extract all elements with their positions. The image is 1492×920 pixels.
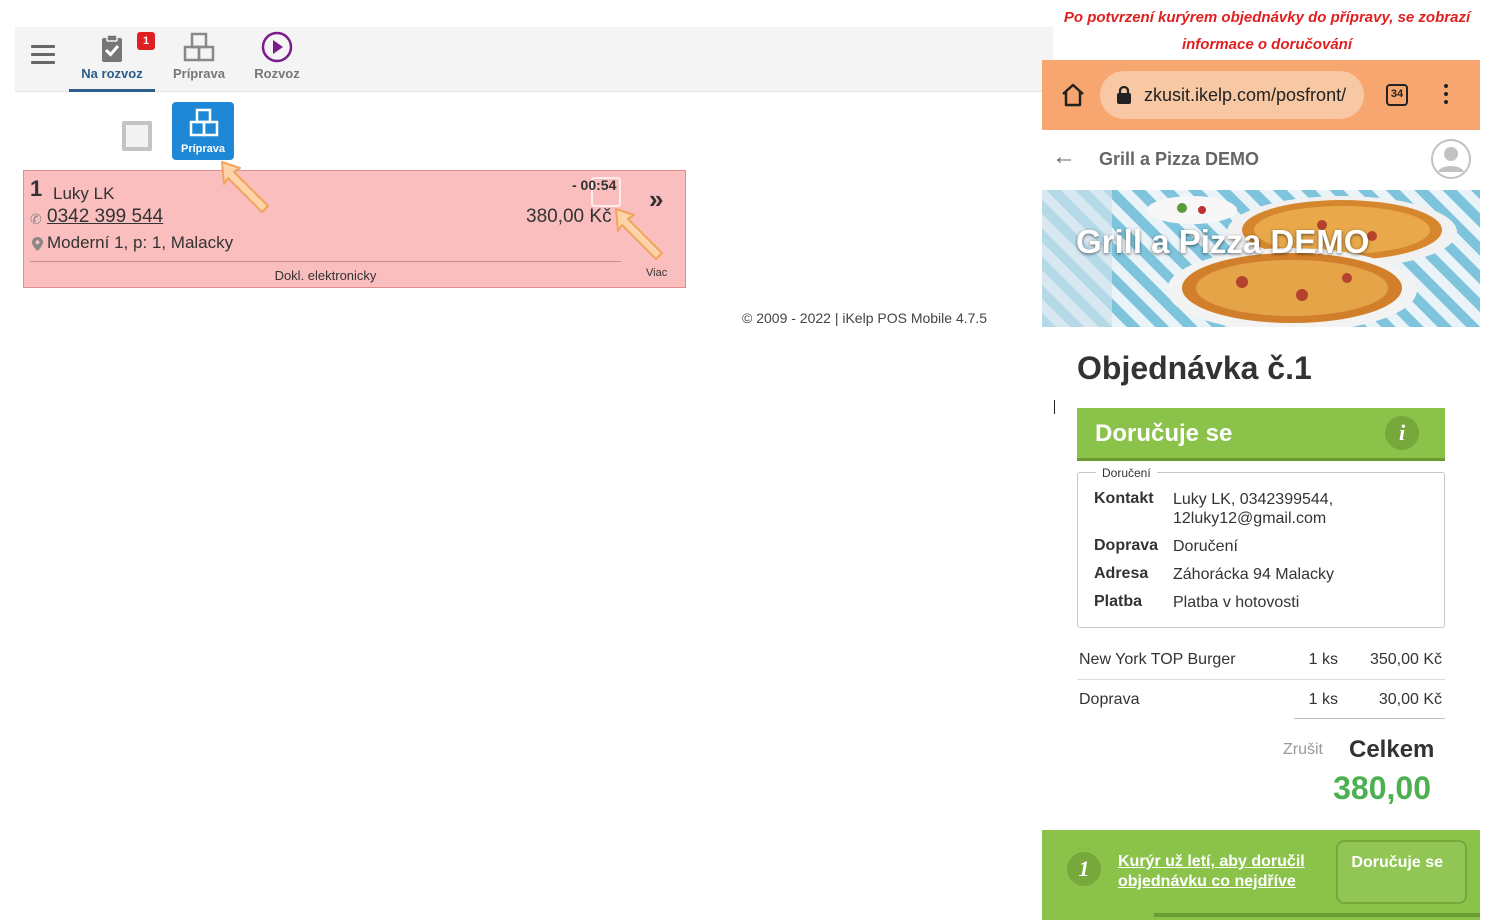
delivering-button[interactable]: Doručuje se — [1336, 840, 1467, 904]
order-address: Moderní 1, p: 1, Malacky — [47, 233, 234, 252]
total-label: Celkem — [1349, 736, 1435, 763]
order-price: 380,00 Kč — [526, 206, 612, 227]
delivery-value: Platba v hotovosti — [1173, 594, 1300, 611]
hamburger-menu-icon[interactable] — [31, 45, 55, 64]
browser-toolbar: zkusit.ikelp.com/posfront/ 34 — [1042, 60, 1480, 130]
step-number: 1 — [1067, 852, 1101, 886]
tab-priprava[interactable]: Príprava — [165, 27, 233, 91]
pointer-arrow-icon — [615, 208, 663, 260]
pos-topbar: Na rozvoz 1 Príprava Rozvoz — [15, 27, 1053, 92]
delivery-label: Adresa — [1094, 565, 1149, 582]
delivery-label: Doprava — [1094, 537, 1159, 554]
priprava-button[interactable]: Príprava — [172, 102, 234, 160]
item-name: Doprava — [1079, 691, 1140, 708]
courier-status-bar: 1 Kurýr už letí, aby doručil objednávku … — [1042, 830, 1480, 920]
order-number: 1 — [30, 176, 43, 201]
map-pin-icon — [32, 237, 43, 251]
delivery-value: Doručení — [1173, 538, 1238, 555]
order-customer-name: Luky LK — [53, 184, 115, 203]
order-card[interactable]: 1 Luky LK - 00:54 ✆ 0342 399 544 380,00 … — [23, 170, 686, 288]
priprava-button-label: Príprava — [180, 143, 226, 155]
shop-title: Grill a Pizza DEMO — [1099, 149, 1260, 169]
boxes-icon — [189, 108, 219, 137]
order-status-text: Doručuje se — [1095, 420, 1233, 447]
more-vert-icon[interactable] — [1444, 84, 1448, 108]
avatar[interactable] — [1431, 139, 1471, 179]
tab-label: Príprava — [172, 66, 226, 81]
courier-status-link[interactable]: Kurýr už letí, aby doručil objednávku co… — [1118, 852, 1318, 892]
item-name: New York TOP Burger — [1079, 651, 1236, 668]
user-icon — [1431, 139, 1471, 179]
tab-switcher-button[interactable]: 34 — [1386, 84, 1408, 106]
address-bar[interactable]: zkusit.ikelp.com/posfront/ — [1100, 71, 1364, 119]
text-cursor — [1054, 400, 1055, 414]
order-status-bar: Doručuje se i — [1077, 408, 1445, 461]
order-payment-method: Dokl. elektronicky — [274, 268, 377, 283]
delivery-label: Kontakt — [1094, 490, 1154, 507]
row-divider — [1077, 679, 1445, 680]
annotation-caption: Po potvrzení kurýrem objednávky do přípr… — [1063, 9, 1471, 53]
info-icon[interactable]: i — [1385, 416, 1419, 450]
item-price: 30,00 Kč — [1378, 691, 1442, 708]
item-price: 350,00 Kč — [1369, 651, 1442, 668]
order-timer: - 00:54 — [572, 177, 617, 193]
phone-icon: ✆ — [30, 211, 42, 227]
order-phone-link[interactable]: 0342 399 544 — [47, 206, 163, 228]
tab-label: Na rozvoz — [81, 66, 143, 81]
delivery-legend: Doručení — [1096, 466, 1157, 480]
more-label[interactable]: Viac — [646, 267, 667, 279]
order-title: Objednávka č.1 — [1077, 350, 1312, 386]
screenshot-root: Na rozvoz 1 Príprava Rozvoz Príprava 1 L… — [0, 0, 1492, 920]
mobile-screen: zkusit.ikelp.com/posfront/ 34 ← Grill a … — [1042, 60, 1480, 920]
item-qty: 1 ks — [1308, 651, 1338, 668]
card-divider — [30, 261, 621, 262]
select-all-checkbox[interactable] — [122, 121, 152, 151]
pointer-arrow-icon — [221, 161, 269, 213]
app-header: ← Grill a Pizza DEMO — [1042, 130, 1480, 190]
cancel-link[interactable]: Zrušit — [1283, 741, 1323, 759]
delivery-value: Záhorácka 94 Malacky — [1173, 566, 1334, 583]
delivery-details: Doručení Kontakt Luky LK, 0342399544, 12… — [1077, 466, 1445, 628]
boxes-icon — [183, 32, 215, 62]
banner-title: Grill a Pizza DEMO — [1076, 223, 1370, 260]
delivering-button-label: Doručuje se — [1351, 854, 1443, 871]
tab-rozvoz[interactable]: Rozvoz — [243, 27, 311, 91]
total-value: 380,00 — [1333, 770, 1431, 806]
clipboard-check-icon — [102, 34, 122, 62]
lock-icon — [1117, 86, 1131, 104]
item-qty: 1 ks — [1308, 691, 1338, 708]
back-arrow-icon[interactable]: ← — [1052, 143, 1076, 171]
delivery-label: Platba — [1094, 593, 1143, 610]
shop-banner-image: Grill a Pizza DEMO — [1042, 190, 1480, 327]
total-divider — [1294, 718, 1445, 719]
bottom-accent-strip — [1154, 913, 1480, 917]
home-icon[interactable] — [1060, 82, 1086, 108]
url-text: zkusit.ikelp.com/posfront/ — [1144, 85, 1347, 105]
pos-footer-copyright: © 2009 - 2022 | iKelp POS Mobile 4.7.5 — [742, 310, 988, 326]
delivery-value: Luky LK, 0342399544, 12luky12@gmail.com — [1173, 491, 1334, 527]
play-circle-icon — [261, 31, 293, 63]
notification-badge: 1 — [137, 32, 155, 50]
tab-label: Rozvoz — [254, 66, 300, 81]
